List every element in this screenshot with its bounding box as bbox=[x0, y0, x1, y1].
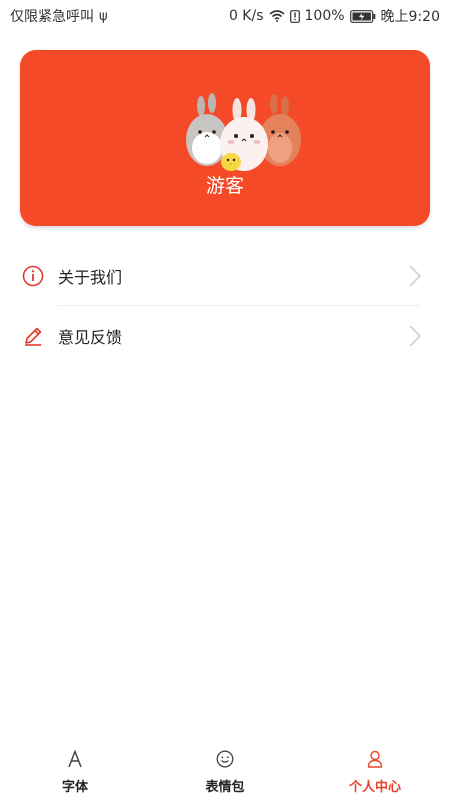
settings-menu: 关于我们 意见反馈 bbox=[0, 246, 450, 366]
letter-a-icon bbox=[67, 748, 83, 770]
avatar bbox=[186, 93, 301, 171]
bottom-nav: 字体 表情包 个人中心 bbox=[0, 740, 450, 800]
tab-font[interactable]: 字体 bbox=[0, 740, 150, 800]
wifi-icon bbox=[268, 10, 285, 22]
tab-label: 字体 bbox=[61, 780, 88, 795]
tab-label: 表情包 bbox=[205, 780, 245, 795]
info-icon bbox=[22, 265, 44, 287]
status-right: 0 K/s 100% 晚上9:20 bbox=[229, 6, 440, 26]
status-bar: 仅限紧急呼叫 ψ 0 K/s 100% 晚上9:20 bbox=[0, 0, 450, 32]
status-left: 仅限紧急呼叫 ψ bbox=[10, 6, 108, 26]
menu-item-about-us[interactable]: 关于我们 bbox=[0, 246, 450, 306]
battery-percent: 100% bbox=[304, 8, 345, 24]
profile-card[interactable]: 游客 bbox=[20, 50, 430, 226]
battery-icon bbox=[349, 9, 376, 23]
tab-label: 个人中心 bbox=[348, 780, 401, 795]
menu-item-feedback[interactable]: 意见反馈 bbox=[0, 306, 450, 366]
menu-item-label: 关于我们 bbox=[58, 268, 123, 287]
carrier-status: 仅限紧急呼叫 bbox=[10, 9, 94, 25]
network-speed: 0 K/s bbox=[228, 8, 264, 24]
menu-item-label: 意见反馈 bbox=[58, 328, 123, 347]
sim-alert-icon bbox=[289, 9, 300, 23]
tab-profile[interactable]: 个人中心 bbox=[300, 740, 450, 800]
tab-stickers[interactable]: 表情包 bbox=[150, 740, 300, 800]
user-icon bbox=[367, 748, 383, 770]
pencil-icon bbox=[22, 325, 44, 347]
clock: 晚上9:20 bbox=[380, 9, 440, 25]
usb-icon: ψ bbox=[99, 8, 108, 24]
chevron-right-icon bbox=[408, 264, 422, 292]
smiley-icon bbox=[216, 748, 234, 770]
chevron-right-icon bbox=[408, 324, 422, 352]
username: 游客 bbox=[205, 175, 244, 197]
